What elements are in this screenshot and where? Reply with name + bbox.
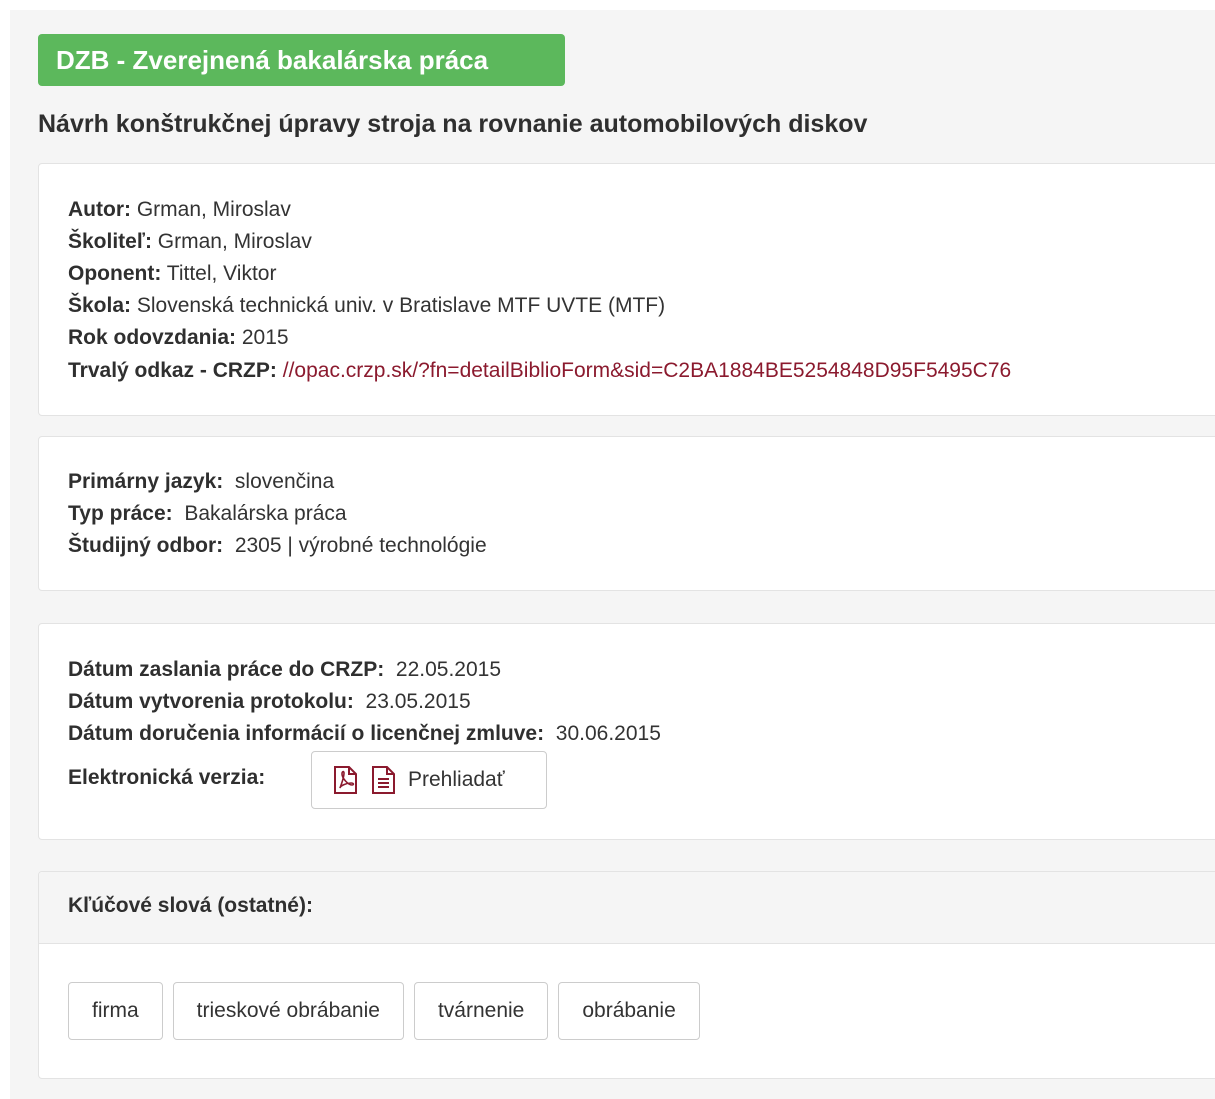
sent-date-label: Dátum zaslania práce do CRZP: [68, 658, 385, 681]
supervisor-value: Grman, Miroslav [157, 230, 312, 253]
supervisor-row: Školiteľ: Grman, Miroslav [68, 226, 312, 258]
supervisor-label: Školiteľ: [68, 230, 152, 253]
opponent-label: Oponent: [68, 262, 162, 285]
opponent-value: Tittel, Viktor [166, 262, 277, 285]
license-date-row: Dátum doručenia informácií o licenčnej z… [68, 718, 661, 750]
protocol-date-row: Dátum vytvorenia protokolu: 23.05.2015 [68, 686, 471, 718]
year-label: Rok odovzdania: [68, 326, 237, 349]
pdf-icon [332, 766, 358, 794]
author-value: Grman, Miroslav [136, 198, 291, 221]
sent-date-value: 22.05.2015 [395, 658, 502, 681]
field-row: Študijný odbor: 2305 | výrobné technológ… [68, 530, 487, 562]
year-value: 2015 [241, 326, 289, 349]
permalink-row: Trvalý odkaz - CRZP: //opac.crzp.sk/?fn=… [68, 355, 1011, 387]
sent-date-row: Dátum zaslania práce do CRZP: 22.05.2015 [68, 654, 501, 686]
author-label: Autor: [68, 198, 131, 221]
protocol-date-value: 23.05.2015 [365, 690, 471, 713]
type-row: Typ práce: Bakalárska práca [68, 498, 347, 530]
opponent-row: Oponent: Tittel, Viktor [68, 258, 276, 290]
electronic-version-row: Elektronická verzia: [68, 762, 265, 794]
license-date-label: Dátum doručenia informácií o licenčnej z… [68, 722, 545, 745]
keywords-title: Kľúčové slová (ostatné): [68, 894, 313, 917]
permalink-label: Trvalý odkaz - CRZP: [68, 359, 277, 382]
year-row: Rok odovzdania: 2015 [68, 322, 289, 354]
dates-panel: Dátum zaslania práce do CRZP: 22.05.2015… [38, 623, 1215, 840]
language-label: Primárny jazyk: [68, 470, 224, 493]
field-value: 2305 | výrobné technológie [234, 534, 487, 557]
author-row: Autor: Grman, Miroslav [68, 194, 291, 226]
view-document-label: Prehliadať [408, 768, 505, 791]
field-label: Študijný odbor: [68, 534, 224, 557]
language-row: Primárny jazyk: slovenčina [68, 466, 334, 498]
type-value: Bakalárska práca [184, 502, 347, 525]
page-title: Návrh konštrukčnej úpravy stroja na rovn… [38, 110, 868, 138]
thesis-details-panel: Primárny jazyk: slovenčina Typ práce: Ba… [38, 436, 1215, 591]
keywords-panel: Kľúčové slová (ostatné): firma trieskové… [38, 871, 1215, 1079]
school-row: Škola: Slovenská technická univ. v Brati… [68, 290, 665, 322]
school-value: Slovenská technická univ. v Bratislave M… [136, 294, 666, 317]
keyword-tag[interactable]: trieskové obrábanie [172, 982, 404, 1040]
document-icon [370, 766, 396, 794]
license-date-value: 30.06.2015 [555, 722, 661, 745]
keyword-tag[interactable]: firma [68, 982, 163, 1040]
status-badge: DZB - Zverejnená bakalárska práca [38, 34, 565, 86]
keyword-tag[interactable]: tvárnenie [413, 982, 549, 1040]
permalink-link[interactable]: //opac.crzp.sk/?fn=detailBiblioForm&sid=… [283, 359, 1011, 382]
keywords-header: Kľúčové slová (ostatné): [39, 872, 1215, 944]
author-info-panel: Autor: Grman, Miroslav Školiteľ: Grman, … [38, 163, 1215, 416]
school-label: Škola: [68, 294, 132, 317]
electronic-version-label: Elektronická verzia: [68, 766, 266, 789]
keywords-list: firma trieskové obrábanie tvárnenie obrá… [68, 982, 700, 1040]
language-value: slovenčina [234, 470, 335, 493]
view-document-button[interactable]: Prehliadať [311, 751, 547, 809]
keyword-tag[interactable]: obrábanie [558, 982, 700, 1040]
protocol-date-label: Dátum vytvorenia protokolu: [68, 690, 354, 713]
type-label: Typ práce: [68, 502, 173, 525]
